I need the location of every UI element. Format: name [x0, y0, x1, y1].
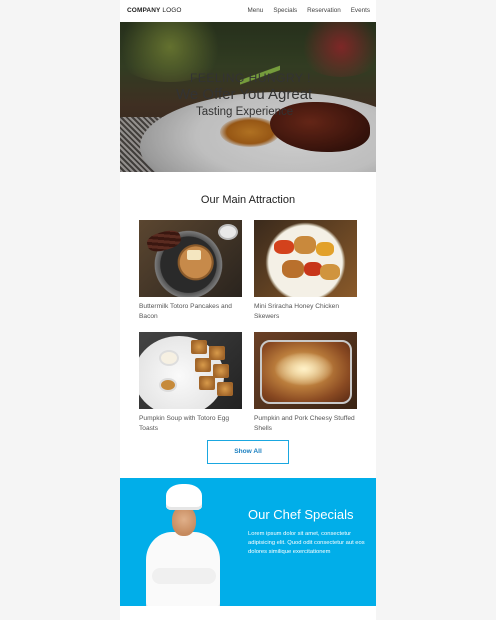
chef-specials-banner: Our Chef Specials Lorem ipsum dolor sit … — [120, 478, 376, 606]
section-title: Our Main Attraction — [200, 194, 296, 206]
show-all-button[interactable]: Show All — [207, 440, 289, 464]
pancakes-photo[interactable] — [139, 220, 242, 297]
cup-shape — [218, 224, 238, 240]
hero-line-3: Tasting Experience — [196, 106, 294, 118]
toast-shape — [199, 376, 215, 390]
logo-text: LOGO — [160, 7, 182, 14]
stuffed-shells-photo[interactable] — [254, 332, 357, 409]
egg-toast-photo[interactable] — [139, 332, 242, 409]
footer-strip — [120, 608, 376, 620]
hero-line-1: FEELING HUNGRY ! — [190, 71, 311, 85]
nav-item-events[interactable]: Events — [351, 7, 370, 14]
hero-banner: FEELING HUNGRY ! We Offer You Agreat Tas… — [120, 22, 376, 172]
chef-specials-description: Lorem ipsum dolor sit amet, consectetur … — [248, 531, 365, 555]
email-card: COMPANY LOGO Menu Specials Reservation E… — [120, 0, 376, 620]
toast-shape — [217, 382, 233, 396]
nav-item-menu[interactable]: Menu — [248, 7, 264, 14]
nav-item-reservation[interactable]: Reservation — [307, 7, 341, 14]
bowl-shape — [159, 350, 179, 366]
pepper-shape — [316, 242, 334, 256]
header: COMPANY LOGO Menu Specials Reservation E… — [120, 0, 376, 22]
bowl-shape — [159, 378, 177, 392]
menu-item-caption: Mini Sriracha Honey Chicken Skewers — [254, 303, 340, 320]
chef-hat — [166, 484, 202, 510]
chef-image — [138, 484, 228, 606]
chicken-shape — [282, 260, 304, 278]
menu-item-caption: Pumpkin and Pork Cheesy Stuffed Shells — [254, 415, 355, 432]
top-nav: Menu Specials Reservation Events — [248, 7, 370, 14]
page: COMPANY LOGO Menu Specials Reservation E… — [0, 0, 496, 620]
toast-shape — [213, 364, 229, 378]
chef-specials-title: Our Chef Specials — [248, 507, 354, 522]
nav-item-specials[interactable]: Specials — [273, 7, 297, 14]
toast-shape — [209, 346, 225, 360]
pepper-shape — [274, 240, 294, 254]
chicken-shape — [294, 236, 316, 254]
butter-shape — [187, 250, 201, 260]
cheese-shape — [274, 352, 334, 386]
toast-shape — [195, 358, 211, 372]
toast-shape — [191, 340, 207, 354]
chef-face — [172, 506, 196, 536]
chicken-shape — [320, 264, 340, 280]
menu-item-caption: Pumpkin Soup with Totoro Egg Toasts — [139, 415, 230, 432]
skewers-photo[interactable] — [254, 220, 357, 297]
chef-arms — [152, 568, 216, 584]
bacon-shape — [145, 227, 183, 255]
hero-line-2: We Offer You Agreat — [176, 86, 313, 103]
company-logo[interactable]: COMPANY LOGO — [127, 7, 182, 14]
logo-bold-text: COMPANY — [127, 7, 161, 14]
menu-item-caption: Buttermilk Totoro Pancakes and Bacon — [139, 303, 232, 320]
